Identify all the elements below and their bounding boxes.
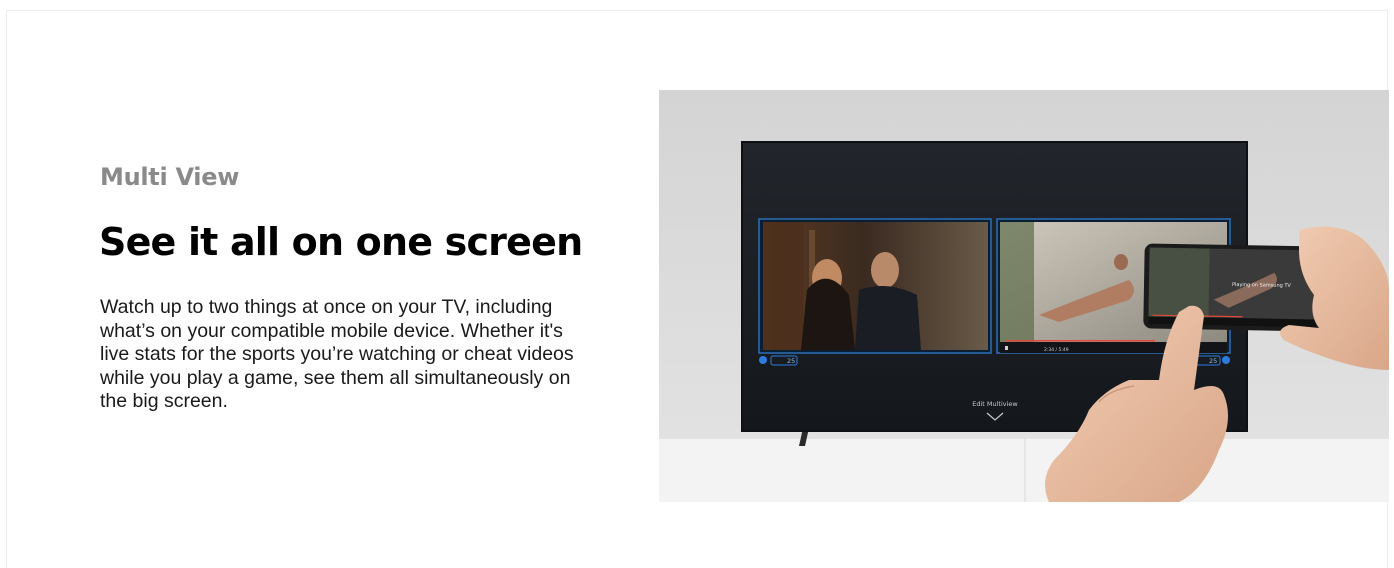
section-body: Watch up to two things at once on your T…	[100, 296, 574, 412]
phone: Playing on Samsung TV	[1143, 243, 1323, 332]
player-time: 2:34 / 5:49	[1044, 347, 1069, 353]
left-tile-badge: 25	[787, 357, 795, 365]
phone-screen-text: Playing on Samsung TV	[1232, 282, 1292, 289]
right-tile-badge: 25	[1209, 357, 1217, 365]
edit-multiview-label: Edit Multiview	[972, 400, 1018, 408]
section-headline: See it all on one screen	[99, 220, 583, 264]
section-eyebrow: Multi View	[100, 163, 240, 191]
multiview-hero-image: 25 2:34 / 5:49 25 Edit Multiview Playing…	[659, 90, 1389, 502]
